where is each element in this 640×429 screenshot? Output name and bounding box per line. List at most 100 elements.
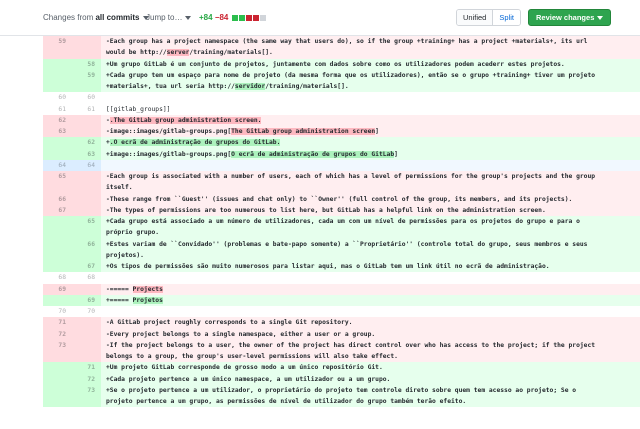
new-line-number[interactable] [72,249,101,261]
old-line-number[interactable] [43,227,72,239]
old-line-number[interactable] [43,58,72,70]
diff-line-ctx[interactable]: 68 68 [43,272,640,284]
old-line-number[interactable]: 68 [43,272,72,284]
old-line-number[interactable] [43,81,72,93]
old-line-number[interactable]: 69 [43,283,72,295]
new-line-number[interactable]: 58 [72,58,101,70]
new-line-number[interactable]: 65 [72,216,101,228]
diff-line-del[interactable]: 65 -Each group is associated with a numbe… [43,171,640,183]
diff-line-del[interactable]: 69 -===== Projects [43,283,640,295]
diff-line-add[interactable]: 73 +Se o projeto pertence a um utilizador… [43,384,640,396]
diff-line-add[interactable]: 71 +Um projeto GitLab corresponde de gros… [43,362,640,374]
old-line-number[interactable]: 67 [43,204,72,216]
diff-line-del[interactable]: 66 -These range from ``Guest'' (issues an… [43,193,640,205]
new-line-number[interactable]: 69 [72,294,101,306]
diff-line-add[interactable]: +materials+, tua url seria http://servid… [43,81,640,93]
new-line-number[interactable] [72,204,101,216]
new-line-number[interactable] [72,193,101,205]
diff-line-del[interactable]: 71 -A GitLab project roughly corresponds … [43,317,640,329]
diff-line-hunk[interactable]: 64 64 [43,159,640,171]
diff-line-del[interactable]: 72 -Every project belongs to a single nam… [43,328,640,340]
new-line-number[interactable] [72,81,101,93]
unified-button[interactable]: Unified [457,10,493,25]
diff-line-ctx[interactable]: 61 61 [[gitlab_groups]] [43,103,640,115]
old-line-number[interactable] [43,238,72,250]
old-line-number[interactable]: 71 [43,317,72,329]
diff-line-del[interactable]: itself. [43,182,640,194]
old-line-number[interactable]: 72 [43,328,72,340]
new-line-number[interactable]: 60 [72,92,101,104]
diff-line-del[interactable]: belongs to a group, the group's user-lev… [43,351,640,363]
jump-to-dropdown[interactable]: Jump to… [146,12,192,24]
old-line-number[interactable]: 64 [43,159,72,171]
old-line-number[interactable]: 59 [43,36,72,48]
old-line-number[interactable] [43,216,72,228]
old-line-number[interactable] [43,351,72,363]
new-line-number[interactable]: 73 [72,384,101,396]
new-line-number[interactable] [72,283,101,295]
new-line-number[interactable] [72,396,101,408]
old-line-number[interactable]: 70 [43,306,72,318]
old-line-number[interactable] [43,137,72,149]
diff-line-add[interactable]: projeto pertence a um grupo, as permissõ… [43,396,640,408]
diff-line-add[interactable]: 58 +Um grupo GitLab é um conjunto de proj… [43,58,640,70]
diff-line-add[interactable]: 63 +image::images/gitlab-groups.png[O ecr… [43,148,640,160]
new-line-number[interactable] [72,36,101,48]
new-line-number[interactable]: 62 [72,137,101,149]
old-line-number[interactable] [43,182,72,194]
old-line-number[interactable]: 66 [43,193,72,205]
diff-line-add[interactable]: projetos). [43,249,640,261]
old-line-number[interactable] [43,69,72,81]
old-line-number[interactable]: 60 [43,92,72,104]
old-line-number[interactable]: 73 [43,339,72,351]
diff-line-add[interactable]: próprio grupo. [43,227,640,239]
old-line-number[interactable] [43,249,72,261]
diff-line-add[interactable]: 62 +.O ecrã de administração de grupos do… [43,137,640,149]
diff-line-del[interactable]: 73 -If the project belongs to a user, the… [43,339,640,351]
old-line-number[interactable] [43,261,72,273]
new-line-number[interactable] [72,328,101,340]
new-line-number[interactable] [72,126,101,138]
new-line-number[interactable]: 67 [72,261,101,273]
new-line-number[interactable] [72,171,101,183]
new-line-number[interactable]: 59 [72,69,101,81]
old-line-number[interactable] [43,396,72,408]
diff-line-del[interactable]: 62 -.The GitLab group administration scre… [43,114,640,126]
old-line-number[interactable]: 63 [43,126,72,138]
new-line-number[interactable]: 66 [72,238,101,250]
diff-line-add[interactable]: 65 +Cada grupo está associado a um número… [43,216,640,228]
new-line-number[interactable]: 72 [72,373,101,385]
new-line-number[interactable] [72,317,101,329]
diff-line-add[interactable]: 69 +===== Projetos [43,294,640,306]
new-line-number[interactable]: 61 [72,103,101,115]
old-line-number[interactable] [43,384,72,396]
new-line-number[interactable]: 68 [72,272,101,284]
review-changes-button[interactable]: Review changes [528,9,612,26]
diff-line-add[interactable]: 67 +Os tipos de permissões são muito nume… [43,261,640,273]
diff-line-del[interactable]: 67 -The types of permissions are too nume… [43,204,640,216]
changes-from-dropdown[interactable]: Changes from all commits [43,12,149,24]
diff-line-del[interactable]: would be http://server/training/material… [43,47,640,59]
old-line-number[interactable] [43,294,72,306]
new-line-number[interactable] [72,339,101,351]
diff-line-add[interactable]: 72 +Cada projeto pertence a um único name… [43,373,640,385]
new-line-number[interactable] [72,351,101,363]
new-line-number[interactable]: 63 [72,148,101,160]
old-line-number[interactable] [43,148,72,160]
new-line-number[interactable]: 71 [72,362,101,374]
new-line-number[interactable] [72,114,101,126]
new-line-number[interactable] [72,182,101,194]
old-line-number[interactable] [43,362,72,374]
diff-line-add[interactable]: 59 +Cada grupo tem um espaço para nome de… [43,69,640,81]
old-line-number[interactable]: 61 [43,103,72,115]
new-line-number[interactable] [72,47,101,59]
new-line-number[interactable] [72,227,101,239]
diff-line-add[interactable]: 66 +Estes variam de ``Convidado'' (proble… [43,238,640,250]
new-line-number[interactable]: 70 [72,306,101,318]
old-line-number[interactable] [43,47,72,59]
diff-line-del[interactable]: 63 -image::images/gitlab-groups.png[The G… [43,126,640,138]
old-line-number[interactable]: 62 [43,114,72,126]
diff-line-ctx[interactable]: 70 70 [43,306,640,318]
old-line-number[interactable] [43,373,72,385]
new-line-number[interactable]: 64 [72,159,101,171]
